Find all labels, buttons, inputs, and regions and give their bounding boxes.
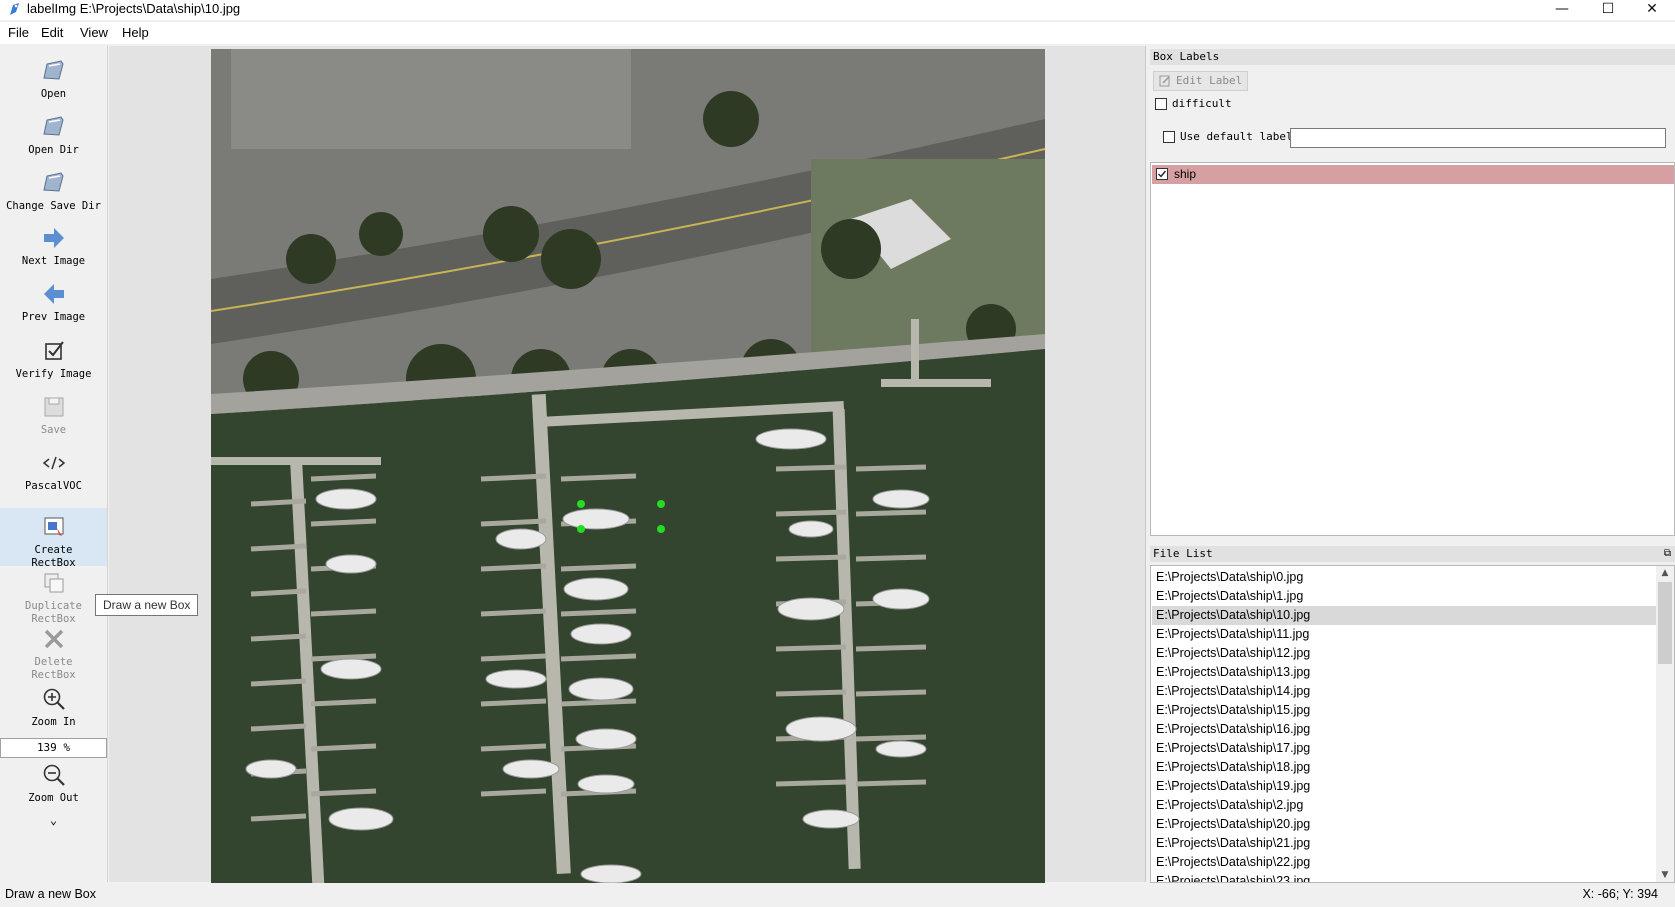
file-item[interactable]: E:\Projects\Data\ship\19.jpg — [1152, 777, 1657, 796]
create-box-icon — [44, 517, 63, 536]
open-button[interactable]: Open — [0, 58, 107, 101]
zoom-out-label: Zoom Out — [28, 792, 79, 804]
file-item[interactable]: E:\Projects\Data\ship\17.jpg — [1152, 739, 1657, 758]
save-icon — [44, 397, 63, 417]
file-item[interactable]: E:\Projects\Data\ship\20.jpg — [1152, 815, 1657, 834]
difficult-checkbox[interactable] — [1155, 98, 1167, 110]
folder-open-icon — [42, 172, 64, 192]
arrow-right-icon — [43, 228, 64, 248]
difficult-label: difficult — [1172, 97, 1232, 110]
status-bar: Draw a new Box X: -66; Y: 394 — [0, 885, 1675, 907]
file-item[interactable]: E:\Projects\Data\ship\23.jpg — [1152, 872, 1657, 882]
label-item-ship[interactable]: ship — [1152, 165, 1674, 184]
change-save-dir-button[interactable]: Change Save Dir — [0, 170, 107, 213]
file-item[interactable]: E:\Projects\Data\ship\14.jpg — [1152, 682, 1657, 701]
menu-file[interactable]: File — [8, 25, 29, 40]
delete-rectbox-label: Delete RectBox — [31, 656, 76, 681]
file-list-title: File List ⧉ — [1150, 546, 1675, 562]
delete-rectbox-button[interactable]: Delete RectBox — [0, 626, 107, 682]
folder-open-icon — [42, 60, 64, 80]
arrow-left-icon — [43, 284, 64, 304]
save-label: Save — [40, 424, 67, 436]
file-list[interactable]: E:\Projects\Data\ship\0.jpg E:\Projects\… — [1150, 565, 1675, 883]
duplicate-rectbox-label: Duplicate RectBox — [25, 600, 82, 625]
next-image-label: Next Image — [21, 255, 86, 267]
menu-edit[interactable]: Edit — [41, 25, 63, 40]
maximize-button[interactable]: ☐ — [1586, 0, 1630, 20]
edit-label-button[interactable]: Edit Label — [1153, 71, 1248, 91]
file-item[interactable]: E:\Projects\Data\ship\22.jpg — [1152, 853, 1657, 872]
more-tools-icon[interactable]: ⌄ — [0, 814, 107, 827]
prev-image-label: Prev Image — [21, 311, 86, 323]
label-ship-text: ship — [1174, 167, 1197, 181]
open-dir-button[interactable]: Open Dir — [0, 114, 107, 157]
zoom-in-label: Zoom In — [31, 716, 76, 728]
zoom-out-icon — [43, 764, 65, 786]
prev-image-button[interactable]: Prev Image — [0, 281, 107, 324]
open-label: Open — [40, 88, 67, 100]
verify-image-button[interactable]: Verify Image — [0, 338, 107, 381]
float-dock-icon[interactable]: ⧉ — [1664, 546, 1671, 562]
file-list-scrollbar[interactable]: ▲ ▼ — [1656, 566, 1674, 882]
menu-view[interactable]: View — [80, 25, 108, 40]
checkbox-icon — [44, 341, 64, 360]
format-label: PascalVOC — [25, 480, 82, 492]
menu-help[interactable]: Help — [122, 25, 149, 40]
duplicate-rectbox-button[interactable]: Duplicate RectBox — [0, 570, 107, 626]
change-save-dir-label: Change Save Dir — [6, 200, 101, 212]
file-item[interactable]: E:\Projects\Data\ship\0.jpg — [1152, 568, 1657, 587]
aerial-image[interactable] — [211, 49, 1045, 883]
duplicate-icon — [44, 573, 63, 593]
format-button[interactable]: PascalVOC — [0, 450, 107, 493]
scroll-thumb[interactable] — [1658, 582, 1672, 664]
save-button[interactable]: Save — [0, 394, 107, 437]
app-icon — [10, 3, 19, 15]
file-item[interactable]: E:\Projects\Data\ship\21.jpg — [1152, 834, 1657, 853]
file-item[interactable]: E:\Projects\Data\ship\15.jpg — [1152, 701, 1657, 720]
box-labels-title: Box Labels — [1150, 49, 1675, 65]
tooltip: Draw a new Box — [95, 594, 199, 616]
file-item[interactable]: E:\Projects\Data\ship\11.jpg — [1152, 625, 1657, 644]
next-image-button[interactable]: Next Image — [0, 225, 107, 268]
file-item[interactable]: E:\Projects\Data\ship\13.jpg — [1152, 663, 1657, 682]
zoom-value-field[interactable]: 139 % — [0, 738, 107, 758]
create-rectbox-button[interactable]: Create RectBox — [0, 508, 107, 569]
edit-label-text: Edit Label — [1176, 74, 1243, 87]
verify-image-label: Verify Image — [15, 368, 92, 380]
status-message: Draw a new Box — [5, 887, 97, 901]
zoom-out-button[interactable]: Zoom Out — [0, 762, 107, 805]
create-rectbox-label: Create RectBox — [31, 544, 76, 569]
menu-bar: File Edit View Help — [0, 22, 1675, 44]
cursor-coordinates: X: -66; Y: 394 — [1582, 887, 1658, 901]
zoom-in-button[interactable]: Zoom In — [0, 686, 107, 729]
check-icon — [1158, 170, 1167, 178]
toolbar: Open Open Dir Change Save Dir Next Image… — [0, 46, 108, 882]
pencil-icon — [1159, 75, 1170, 87]
scroll-down-icon[interactable]: ▼ — [1656, 868, 1674, 882]
open-dir-label: Open Dir — [28, 144, 79, 156]
file-item[interactable]: E:\Projects\Data\ship\16.jpg — [1152, 720, 1657, 739]
default-label-input[interactable] — [1290, 128, 1666, 148]
file-item-selected[interactable]: E:\Projects\Data\ship\10.jpg — [1152, 606, 1657, 625]
file-list-title-text: File List — [1153, 547, 1213, 560]
scroll-up-icon[interactable]: ▲ — [1656, 566, 1674, 580]
folder-open-icon — [42, 116, 64, 136]
code-icon — [42, 456, 65, 470]
file-item[interactable]: E:\Projects\Data\ship\12.jpg — [1152, 644, 1657, 663]
file-item[interactable]: E:\Projects\Data\ship\1.jpg — [1152, 587, 1657, 606]
label-ship-checkbox[interactable] — [1156, 168, 1168, 180]
file-item[interactable]: E:\Projects\Data\ship\2.jpg — [1152, 796, 1657, 815]
use-default-label-checkbox[interactable] — [1163, 131, 1175, 143]
window-title: labelImg E:\Projects\Data\ship\10.jpg — [27, 1, 241, 16]
title-bar: labelImg E:\Projects\Data\ship\10.jpg — … — [0, 0, 1675, 20]
file-item[interactable]: E:\Projects\Data\ship\18.jpg — [1152, 758, 1657, 777]
zoom-in-icon — [43, 688, 65, 710]
labels-list[interactable]: ship — [1150, 162, 1675, 536]
minimize-button[interactable]: — — [1540, 0, 1584, 20]
close-button[interactable]: ✕ — [1630, 0, 1674, 20]
use-default-label-text: Use default label — [1180, 130, 1293, 143]
delete-icon — [44, 629, 63, 649]
